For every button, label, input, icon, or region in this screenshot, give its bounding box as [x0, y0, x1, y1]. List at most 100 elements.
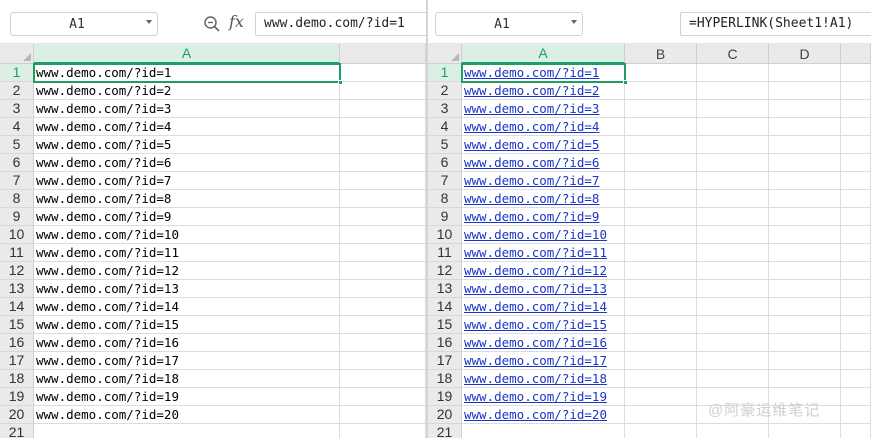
cell-d13[interactable]: [769, 280, 841, 298]
empty-cell[interactable]: [340, 118, 426, 136]
cell-d16[interactable]: [769, 334, 841, 352]
cell-a15[interactable]: www.demo.com/?id=15: [462, 316, 625, 334]
empty-cell[interactable]: [340, 280, 426, 298]
row-header[interactable]: 7: [0, 172, 34, 190]
cell-c6[interactable]: [697, 154, 769, 172]
row-header[interactable]: 8: [428, 190, 462, 208]
empty-cell[interactable]: [340, 226, 426, 244]
row-header[interactable]: 4: [0, 118, 34, 136]
row-header[interactable]: 10: [0, 226, 34, 244]
cell-b1[interactable]: [625, 64, 697, 82]
cell-d15[interactable]: [769, 316, 841, 334]
cell-a10[interactable]: www.demo.com/?id=10: [462, 226, 625, 244]
select-all-corner[interactable]: [428, 44, 462, 64]
empty-cell[interactable]: [841, 64, 871, 82]
empty-cell[interactable]: [340, 316, 426, 334]
cell-b11[interactable]: [625, 244, 697, 262]
cell-a19[interactable]: www.demo.com/?id=19: [34, 388, 340, 406]
row-header[interactable]: 14: [0, 298, 34, 316]
cell-c2[interactable]: [697, 82, 769, 100]
cell-b12[interactable]: [625, 262, 697, 280]
empty-cell[interactable]: [841, 154, 871, 172]
cell-a4[interactable]: www.demo.com/?id=4: [34, 118, 340, 136]
select-all-corner[interactable]: [0, 44, 34, 64]
cell-a13[interactable]: www.demo.com/?id=13: [462, 280, 625, 298]
row-header[interactable]: 12: [428, 262, 462, 280]
empty-cell[interactable]: [340, 406, 426, 424]
row-header[interactable]: 11: [428, 244, 462, 262]
empty-cell[interactable]: [340, 100, 426, 118]
empty-cell[interactable]: [340, 388, 426, 406]
cell-a6[interactable]: www.demo.com/?id=6: [34, 154, 340, 172]
row-header[interactable]: 18: [0, 370, 34, 388]
empty-cell[interactable]: [340, 190, 426, 208]
cell-d18[interactable]: [769, 370, 841, 388]
cell-a21[interactable]: [462, 424, 625, 438]
cell-b14[interactable]: [625, 298, 697, 316]
cell-c17[interactable]: [697, 352, 769, 370]
cell-a12[interactable]: www.demo.com/?id=12: [34, 262, 340, 280]
row-header[interactable]: 20: [0, 406, 34, 424]
formula-input[interactable]: =HYPERLINK(Sheet1!A1): [680, 12, 871, 36]
row-header[interactable]: 5: [428, 136, 462, 154]
cell-c18[interactable]: [697, 370, 769, 388]
empty-cell[interactable]: [340, 262, 426, 280]
cell-b21[interactable]: [625, 424, 697, 438]
cell-a11[interactable]: www.demo.com/?id=11: [34, 244, 340, 262]
cell-a20[interactable]: www.demo.com/?id=20: [462, 406, 625, 424]
empty-cell[interactable]: [340, 334, 426, 352]
empty-cell[interactable]: [841, 388, 871, 406]
empty-cell[interactable]: [340, 244, 426, 262]
empty-cell[interactable]: [841, 100, 871, 118]
cell-b4[interactable]: [625, 118, 697, 136]
cell-b7[interactable]: [625, 172, 697, 190]
cell-a17[interactable]: www.demo.com/?id=17: [462, 352, 625, 370]
empty-cell[interactable]: [841, 424, 871, 438]
cell-c4[interactable]: [697, 118, 769, 136]
cell-a7[interactable]: www.demo.com/?id=7: [34, 172, 340, 190]
chevron-down-icon[interactable]: [146, 20, 152, 24]
cell-c12[interactable]: [697, 262, 769, 280]
empty-cell[interactable]: [340, 154, 426, 172]
cell-b18[interactable]: [625, 370, 697, 388]
row-header[interactable]: 9: [428, 208, 462, 226]
empty-cell[interactable]: [841, 208, 871, 226]
empty-cell[interactable]: [841, 118, 871, 136]
empty-cell[interactable]: [841, 298, 871, 316]
empty-cell[interactable]: [841, 136, 871, 154]
cell-b15[interactable]: [625, 316, 697, 334]
empty-cell[interactable]: [340, 136, 426, 154]
column-header-a[interactable]: A: [462, 44, 625, 64]
cell-d6[interactable]: [769, 154, 841, 172]
empty-cell[interactable]: [340, 64, 426, 82]
cell-b5[interactable]: [625, 136, 697, 154]
cell-d9[interactable]: [769, 208, 841, 226]
cell-b9[interactable]: [625, 208, 697, 226]
row-header[interactable]: 20: [428, 406, 462, 424]
empty-cell[interactable]: [340, 82, 426, 100]
empty-cell[interactable]: [841, 316, 871, 334]
cell-b16[interactable]: [625, 334, 697, 352]
row-header[interactable]: 4: [428, 118, 462, 136]
empty-cell[interactable]: [841, 82, 871, 100]
cell-a19[interactable]: www.demo.com/?id=19: [462, 388, 625, 406]
column-header-a[interactable]: A: [34, 44, 340, 64]
cell-d8[interactable]: [769, 190, 841, 208]
cell-a15[interactable]: www.demo.com/?id=15: [34, 316, 340, 334]
cell-c3[interactable]: [697, 100, 769, 118]
row-header[interactable]: 9: [0, 208, 34, 226]
cell-d3[interactable]: [769, 100, 841, 118]
cell-a18[interactable]: www.demo.com/?id=18: [462, 370, 625, 388]
row-header[interactable]: 14: [428, 298, 462, 316]
empty-cell[interactable]: [841, 334, 871, 352]
cell-a11[interactable]: www.demo.com/?id=11: [462, 244, 625, 262]
cell-b13[interactable]: [625, 280, 697, 298]
cell-a20[interactable]: www.demo.com/?id=20: [34, 406, 340, 424]
row-header[interactable]: 8: [0, 190, 34, 208]
row-header[interactable]: 16: [0, 334, 34, 352]
cell-d17[interactable]: [769, 352, 841, 370]
cell-d2[interactable]: [769, 82, 841, 100]
row-header[interactable]: 3: [428, 100, 462, 118]
cell-b17[interactable]: [625, 352, 697, 370]
cell-b2[interactable]: [625, 82, 697, 100]
